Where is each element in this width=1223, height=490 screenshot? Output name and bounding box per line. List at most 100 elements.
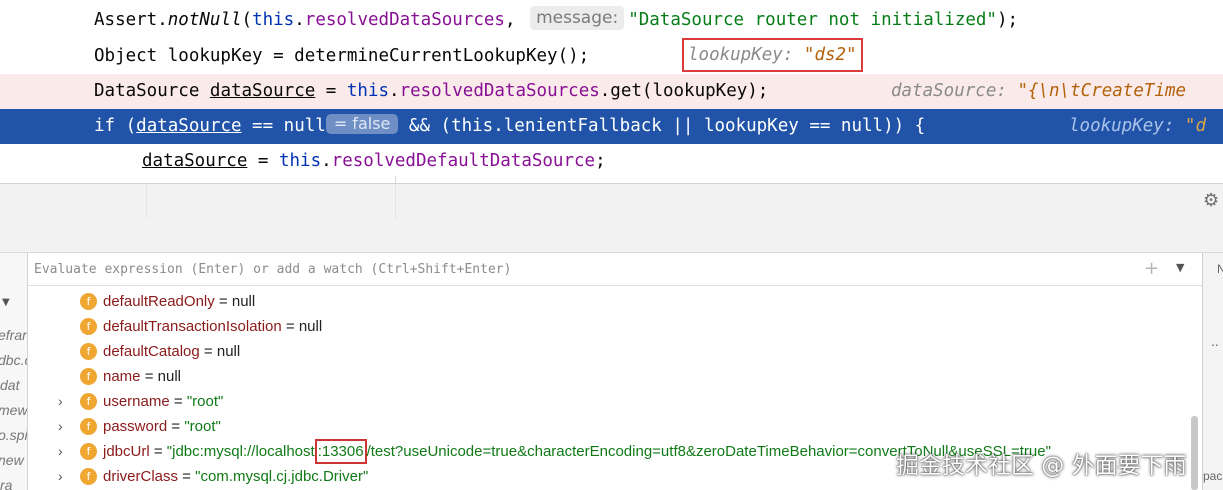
inline-value-text: "d [1184,116,1206,136]
code-line-content: if (dataSource == null = false && (this.l… [94,109,925,144]
tab-separator [146,184,147,219]
code-token: this [346,81,390,101]
debug-tool-window-header: ⚙ [0,183,1223,219]
side-panel-label: N [1217,262,1223,276]
inline-value-label: lookupKey: [688,45,804,65]
code-token: this [451,116,494,136]
code-token: lenientFallback [503,116,662,136]
code-token: || lookupKey == null)) { [661,116,926,136]
inline-value-text: "{\n\tCreateTime [1017,81,1187,101]
code-token: . [294,10,305,30]
variable-name: driverClass [103,468,179,485]
code-token: ); [996,10,1019,30]
variable-value: "root" [186,393,224,410]
variable-row[interactable]: f defaultCatalog = null [28,339,1188,364]
inline-value-label: dataSource: [891,81,1018,101]
side-panel-label: pac [1203,469,1223,483]
inline-value-label: lookupKey: [1069,116,1185,136]
code-line-content: dataSource = this.resolvedDefaultDataSou… [142,144,606,179]
field-icon: f [80,443,97,460]
dropdown-icon[interactable]: ▼ [2,297,10,308]
code-token: if [94,116,116,136]
code-token: dataSource [142,151,248,171]
expand-arrow-icon[interactable]: › [58,439,70,464]
variable-eq: = [199,343,217,360]
code-token: Assert. [94,10,168,30]
side-panel-label: .. [1211,333,1219,349]
tab-separator [395,184,396,219]
parameter-hint: message: [530,6,625,30]
code-token: .get(lookupKey); [599,81,769,101]
variable-name: jdbcUrl [103,443,150,460]
variable-row[interactable]: f defaultTransactionIsolation = null [28,314,1188,339]
field-icon: f [80,418,97,435]
field-icon: f [80,393,97,410]
code-token: "DataSource router not initialized" [628,10,997,30]
expand-arrow-icon[interactable]: › [58,464,70,489]
code-token: = [315,81,347,101]
add-watch-icon[interactable]: + [1144,260,1162,278]
expand-arrow-icon[interactable]: › [58,389,70,414]
code-line-lookup-key[interactable]: Object lookupKey = determineCurrentLooku… [0,38,1223,74]
frame-item[interactable]: ra [0,477,12,490]
field-icon: f [80,368,97,385]
code-editor[interactable]: Assert.notNull(this.resolvedDataSources,… [0,0,1223,183]
code-token: dataSource [209,81,316,101]
variable-eq: = [140,368,158,385]
variable-eq: = [281,318,299,335]
frame-item[interactable]: efran [0,327,27,343]
variable-eq: = [167,418,185,435]
field-icon: f [80,318,97,335]
expand-arrow-icon[interactable]: › [58,414,70,439]
variable-value: "jdbc:mysql://localhost [166,443,315,460]
code-token: == null [241,116,326,136]
variable-eq: = [149,443,167,460]
gear-icon[interactable]: ⚙ [1203,191,1223,211]
code-token: = [247,151,279,171]
frame-item[interactable]: mew [0,402,27,418]
variables-scrollbar[interactable] [1188,286,1202,490]
field-icon: f [80,468,97,485]
variable-name: name [103,368,141,385]
code-line-assert[interactable]: Assert.notNull(this.resolvedDataSources,… [0,3,1223,38]
frame-item[interactable]: new [0,452,24,468]
code-token: . [389,81,400,101]
variable-name: password [103,418,168,435]
annotation-box: lookupKey: "ds2" [682,38,863,72]
code-line-content: DataSource dataSource = this.resolvedDat… [94,74,768,109]
code-line-content: Object lookupKey = determineCurrentLooku… [94,39,589,74]
frame-item[interactable]: o.spi [0,427,27,443]
scrollbar-thumb[interactable] [1191,416,1198,490]
variable-row[interactable]: f defaultReadOnly = null [28,289,1188,314]
field-icon: f [80,343,97,360]
indent-guide [395,176,396,183]
debug-toolbar [0,218,1223,253]
code-line-default-datasource[interactable]: dataSource = this.resolvedDefaultDataSou… [0,144,1223,179]
variable-row[interactable]: › f password = "root" [28,414,1188,439]
code-line-content: Assert.notNull(this.resolvedDataSources,… [94,3,1018,38]
variable-row[interactable]: › f username = "root" [28,389,1188,414]
evaluation-pill: = false [325,114,399,134]
frame-item[interactable]: dbc.c [0,352,27,368]
code-token: . [321,151,332,171]
code-token: this [278,151,322,171]
variable-value: null [231,293,256,310]
code-line-current-execution[interactable]: if (dataSource == null = false && (this.l… [0,109,1223,144]
side-panel[interactable]: N .. pac [1202,253,1223,490]
dropdown-icon[interactable]: ▼ [1176,261,1190,275]
variable-eq: = [169,393,187,410]
code-token: resolvedDataSources [399,81,600,101]
port-annotation: :13306 [314,439,367,464]
frame-item[interactable]: dat [0,377,19,393]
code-token: DataSource [94,81,210,101]
watch-expression-bar: + ▼ [28,253,1202,286]
variable-name: defaultCatalog [103,343,200,360]
code-line-breakpoint[interactable]: DataSource dataSource = this.resolvedDat… [0,74,1223,109]
frames-panel[interactable]: ▼ efran dbc.c dat mew o.spi new ra [0,253,28,490]
variable-row[interactable]: f name = null [28,364,1188,389]
variable-eq: = [214,293,232,310]
code-token: . [493,116,504,136]
evaluate-expression-input[interactable] [34,257,1124,281]
code-token: this [252,10,295,30]
code-token: , [504,10,516,30]
